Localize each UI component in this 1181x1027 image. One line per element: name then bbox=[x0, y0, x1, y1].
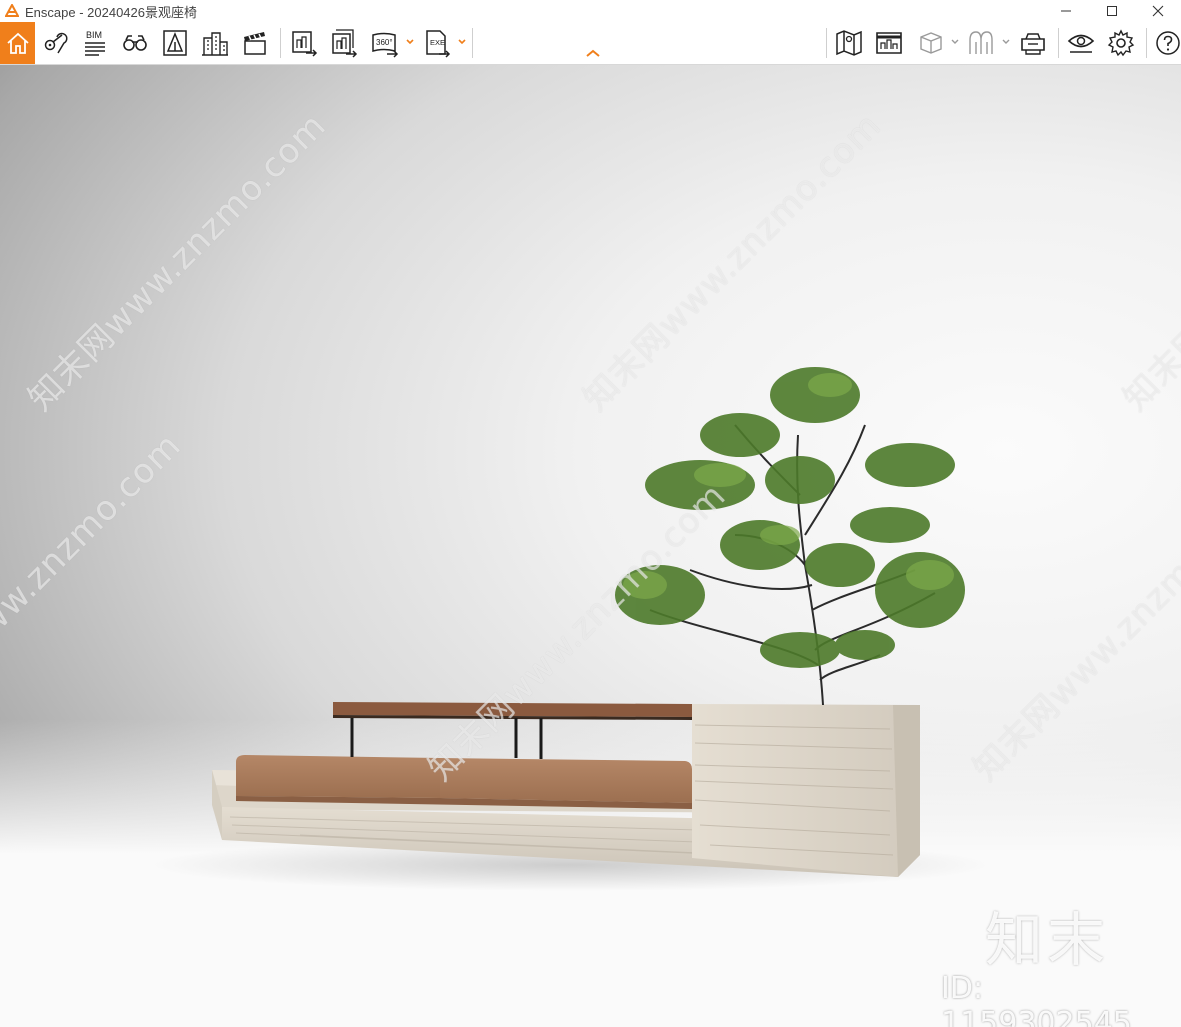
arches-icon bbox=[969, 31, 993, 54]
bim-button[interactable]: BIM bbox=[76, 22, 114, 64]
binoculars-icon bbox=[123, 35, 147, 51]
capture-icon bbox=[876, 32, 902, 54]
asset-library-button[interactable] bbox=[156, 22, 194, 64]
planter-box bbox=[692, 704, 920, 877]
enscape-logo-icon bbox=[5, 4, 19, 17]
sectioning-button[interactable] bbox=[962, 22, 1000, 64]
export-exe-button[interactable]: EXE bbox=[418, 22, 456, 64]
help-icon bbox=[1155, 31, 1180, 55]
app-name: Enscape bbox=[25, 4, 76, 20]
render-image-icon bbox=[292, 31, 318, 57]
render-viewport[interactable]: 知末网www.znzmo.com 知末网www.znzmo.com 知末网www… bbox=[0, 65, 1181, 1027]
close-button[interactable] bbox=[1135, 0, 1181, 22]
map-icon bbox=[836, 30, 862, 56]
brand-watermark: 知末 bbox=[985, 906, 1110, 974]
scene-render bbox=[150, 367, 990, 891]
sectioning-dropdown-icon[interactable] bbox=[1002, 38, 1010, 46]
eye-icon bbox=[1067, 34, 1095, 53]
title-bar: Enscape - 20240426景观座椅 bbox=[0, 0, 1181, 22]
view-cube-dropdown-icon[interactable] bbox=[951, 38, 959, 46]
panorama-dropdown-icon[interactable] bbox=[406, 38, 414, 46]
bim-label: BIM bbox=[86, 30, 102, 40]
gear-icon bbox=[1107, 29, 1135, 57]
visibility-button[interactable] bbox=[1062, 22, 1100, 64]
panorama-icon: 360° bbox=[372, 32, 399, 58]
capture-settings-button[interactable] bbox=[870, 22, 908, 64]
toolbar-separator bbox=[472, 28, 473, 58]
vr-button[interactable] bbox=[1014, 22, 1052, 64]
batch-render-button[interactable] bbox=[325, 22, 363, 64]
file-name: 20240426景观座椅 bbox=[87, 4, 197, 20]
batch-render-icon bbox=[332, 29, 358, 58]
panorama-label: 360° bbox=[376, 38, 393, 47]
title-separator: - bbox=[75, 4, 88, 20]
vr-headset-icon bbox=[1021, 33, 1045, 55]
cube-icon bbox=[920, 32, 942, 54]
screenshot-button[interactable] bbox=[285, 22, 323, 64]
asset-library-icon bbox=[163, 30, 187, 56]
minimize-icon bbox=[1061, 10, 1071, 12]
video-editor-button[interactable] bbox=[236, 22, 274, 64]
image-id-label: ID: 1159302545 bbox=[941, 971, 1132, 1027]
export-exe-label: EXE bbox=[430, 38, 445, 47]
close-icon bbox=[1152, 5, 1164, 17]
toolbar-separator bbox=[1146, 28, 1147, 58]
buildings-icon bbox=[202, 32, 228, 56]
view-cube-button[interactable] bbox=[912, 22, 950, 64]
toolbar-separator bbox=[1058, 28, 1059, 58]
window-controls bbox=[1043, 0, 1181, 22]
binoculars-button[interactable] bbox=[116, 22, 154, 64]
maximize-button[interactable] bbox=[1089, 0, 1135, 22]
toolbar-separator bbox=[826, 28, 827, 58]
export-dropdown-icon[interactable] bbox=[458, 38, 466, 46]
clapperboard-icon bbox=[244, 32, 266, 55]
settings-button[interactable] bbox=[1102, 22, 1140, 64]
minimap-button[interactable] bbox=[830, 22, 868, 64]
maximize-icon bbox=[1107, 6, 1117, 16]
help-button[interactable] bbox=[1150, 22, 1181, 64]
home-button[interactable] bbox=[0, 22, 35, 64]
window-title: Enscape - 20240426景观座椅 bbox=[25, 2, 197, 21]
panorama-button[interactable]: 360° bbox=[366, 22, 404, 64]
buildings-button[interactable] bbox=[196, 22, 234, 64]
home-icon bbox=[6, 32, 29, 54]
main-toolbar: BIM 360° EXE bbox=[0, 22, 1181, 65]
bim-icon: BIM bbox=[85, 30, 105, 56]
map-pin-icon bbox=[44, 32, 68, 54]
views-button[interactable] bbox=[36, 22, 74, 64]
export-exe-icon: EXE bbox=[426, 30, 451, 58]
minimize-button[interactable] bbox=[1043, 0, 1089, 22]
toolbar-separator bbox=[280, 28, 281, 58]
collapse-toolbar-icon[interactable] bbox=[585, 48, 601, 58]
